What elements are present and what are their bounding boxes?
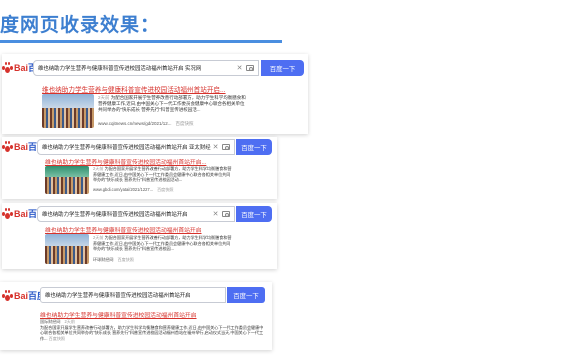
snapshot-link: 百度快照 — [117, 257, 134, 262]
page-title: 度网页收录效果： — [0, 15, 161, 36]
search-query: 维也纳助力学生营养与健康科普宣传进校园活动福州首站开启 — [42, 212, 188, 218]
result-snippet: 2天前 为配合国家开展学生营养改善行动部署方，助力学生科学均衡膳食和营养健康工作… — [93, 235, 232, 252]
snapshot-link: 百度快照 — [175, 121, 194, 126]
result-snippet: 为配合国家开展学生营养改善行动部署方，助力学生科学均衡膳食和营养健康工作,近日,… — [40, 325, 264, 341]
search-button[interactable]: 百度一下 — [236, 206, 272, 222]
search-button[interactable]: 百度一下 — [236, 139, 272, 155]
search-button[interactable]: 百度一下 — [261, 60, 304, 76]
result-url[interactable]: www.gbdi.com/yatai/2021/1227... 百度快照 — [93, 187, 173, 193]
result-url[interactable]: 环球财经网 百度快照 — [93, 257, 134, 263]
search-input[interactable]: 维也纳助力学生营养与健康科普宣传进校园活动福州首站开启 — [40, 287, 226, 303]
result-title-link[interactable]: 维也纳助力学生营养与健康科普宣传进校园活动福州首站开启 — [45, 225, 202, 234]
camera-icon[interactable] — [222, 144, 230, 150]
snapshot-link: 百度快照 — [48, 335, 66, 341]
result-thumbnail[interactable] — [45, 234, 89, 264]
search-input[interactable]: 维也纳助力学生营养与健康科普宣传进校园活动福州首站开启 实况网 ✕ — [33, 60, 259, 76]
result-title-link[interactable]: 维也纳助力学生营养与健康科普宣传进校园活动福州首站开启... — [45, 157, 206, 166]
result-title-link[interactable]: 维也纳助力学生营养与健康科普宣传进校园活动福州首站开启... — [42, 84, 226, 94]
result-snippet: 2天前 为配合国家开展学生营养改善行动部署方，助力学生科学均衡膳食和营养健康工作… — [93, 166, 232, 183]
result-url[interactable]: www.cqitnews.cn/news/gd/2021/12... 百度快照 — [98, 121, 194, 127]
camera-icon[interactable] — [222, 211, 230, 217]
snapshot-link: 百度快照 — [157, 187, 174, 192]
paw-icon — [2, 62, 13, 73]
clear-icon[interactable]: ✕ — [211, 143, 220, 151]
result-title-link[interactable]: 维也纳助力学生营养与健康科普宣传进校园活动福州首站开启 — [40, 310, 197, 319]
result-snippet: 2天前 为配合国家开展学生营养改善行动部署方，助力学生科学均衡膳食和营养健康工作… — [98, 95, 246, 113]
paw-icon — [2, 290, 13, 301]
search-query: 维也纳助力学生营养与健康科普宣传进校园活动福州首站开启 实况网 — [38, 66, 202, 72]
result-thumbnail[interactable] — [45, 166, 89, 194]
clear-icon[interactable]: ✕ — [235, 64, 244, 72]
search-query: 维也纳助力学生营养与健康科普宣传进校园活动福州首站开启 亚太财经 — [42, 145, 211, 151]
search-query: 维也纳助力学生营养与健康科普宣传进校园活动福州首站开启 — [45, 293, 191, 299]
paw-icon — [2, 208, 13, 219]
search-input[interactable]: 维也纳助力学生营养与健康科普宣传进校园活动福州首站开启 ✕ — [37, 206, 235, 222]
paw-icon — [2, 141, 13, 152]
result-thumbnail[interactable] — [42, 94, 94, 128]
search-input[interactable]: 维也纳助力学生营养与健康科普宣传进校园活动福州首站开启 亚太财经 ✕ — [37, 139, 235, 155]
search-button[interactable]: 百度一下 — [227, 287, 265, 303]
camera-icon[interactable] — [246, 65, 254, 71]
title-underline — [0, 40, 282, 43]
clear-icon[interactable]: ✕ — [211, 210, 220, 218]
